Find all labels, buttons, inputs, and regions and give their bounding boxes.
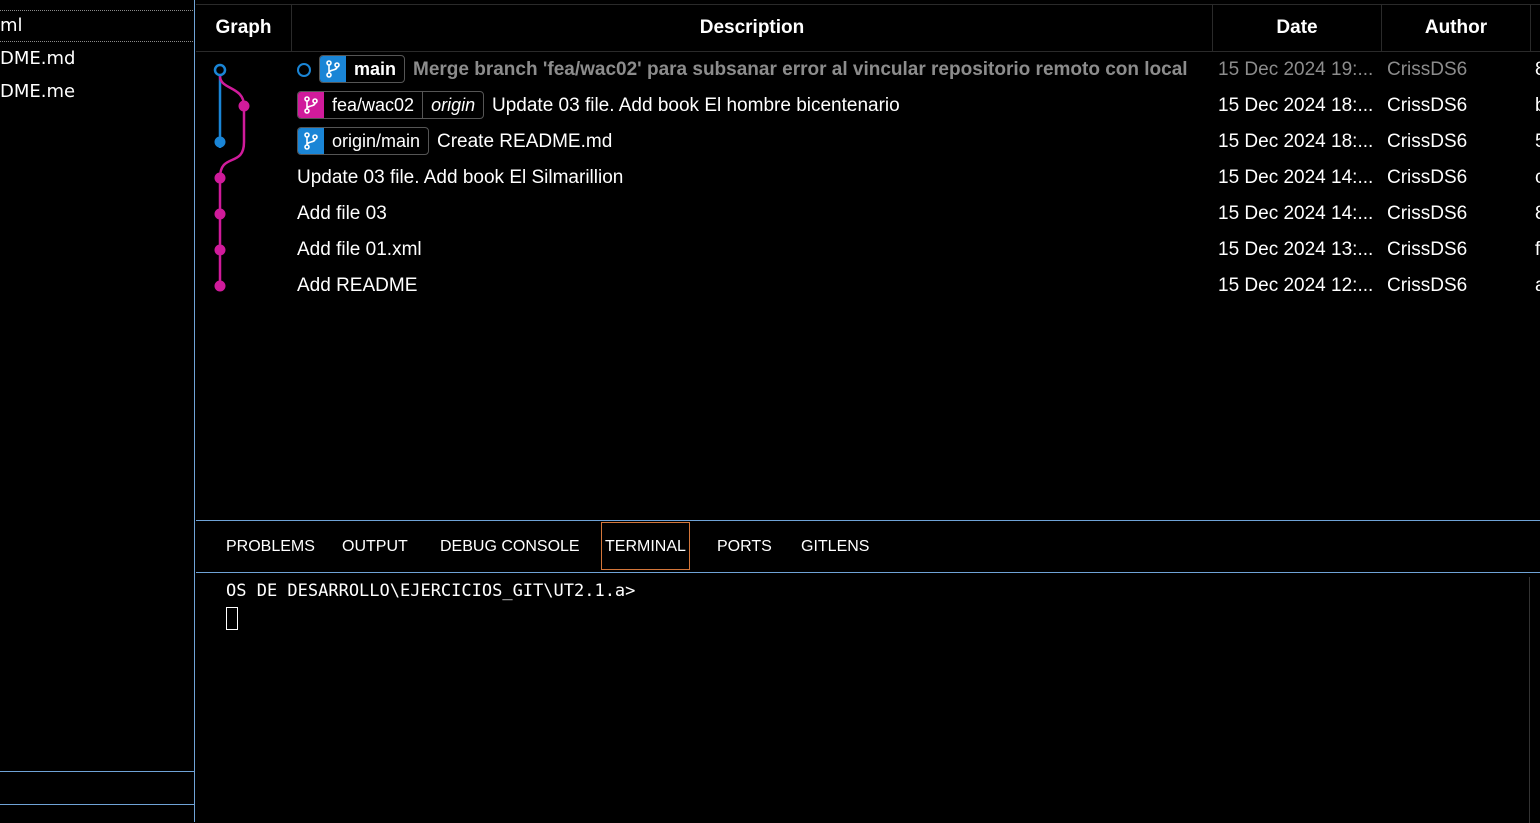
branch-ref-label: main [354,59,397,79]
commit-sha: f [1535,239,1540,260]
commit-row[interactable]: main Merge branch 'fea/wac02' para subsan… [196,52,1540,88]
branch-ref-remote: origin [422,92,483,118]
commit-author: CrissDS6 [1387,203,1468,224]
terminal-cursor [226,607,238,630]
commit-date: 15 Dec 2024 18:... [1218,131,1374,152]
tab-problems[interactable]: PROBLEMS [226,521,315,571]
commit-row[interactable]: fea/wac02 origin Update 03 file. Add book … [196,88,1540,124]
commit-row[interactable]: origin/main Create README.md 15 Dec 2024 1… [196,124,1540,160]
sidebar-divider [0,804,194,805]
explorer-sidebar: ml DME.md DME.me [0,0,195,822]
graph-header: Graph Description Date Author [196,4,1540,52]
file-item-readme-md[interactable]: DME.md [0,43,194,75]
commit-sha: 8 [1535,196,1540,232]
branch-ref-label: fea/wac02 [332,95,415,115]
commit-date: 15 Dec 2024 14:... [1218,203,1374,224]
branch-icon [304,132,318,150]
sidebar-divider [0,771,194,772]
commit-row[interactable]: Add file 03 15 Dec 2024 14:... CrissDS6 8 [196,196,1540,232]
panel-tab-bar: PROBLEMS OUTPUT DEBUG CONSOLE TERMINAL P… [196,521,1540,573]
terminal-scrollbar[interactable] [1529,577,1540,823]
branch-ref-badge[interactable]: main [319,55,406,83]
branch-ref-badge[interactable]: origin/main [297,127,430,155]
branch-icon [304,96,318,114]
terminal-prompt[interactable]: OS DE DESARROLLO\EJERCICIOS_GIT\UT2.1.a> [226,581,635,601]
tab-terminal[interactable]: TERMINAL [601,522,690,570]
commit-date: 15 Dec 2024 13:... [1218,239,1374,260]
commit-sha: b [1535,88,1540,124]
commit-row[interactable]: Add file 01.xml 15 Dec 2024 13:... CrissDS… [196,232,1540,268]
file-item[interactable]: ml [0,10,194,42]
commit-message: Update 03 file. Add book El Silmarillion [297,167,624,188]
head-marker-icon [297,63,311,77]
commit-date: 15 Dec 2024 12:... [1218,275,1374,296]
commit-message: Add file 01.xml [297,239,422,260]
bottom-panel: PROBLEMS OUTPUT DEBUG CONSOLE TERMINAL P… [196,520,1540,823]
branch-ref-label: origin/main [332,131,421,151]
commit-message: Create README.md [437,131,613,152]
tab-gitlens[interactable]: GITLENS [801,521,869,571]
commit-author: CrissDS6 [1387,275,1468,296]
commit-message: Add README [297,275,418,296]
commit-sha: 5 [1535,124,1540,160]
column-header-author[interactable]: Author [1382,5,1530,51]
commit-message: Add file 03 [297,203,387,224]
commit-sha: 8 [1535,52,1540,88]
commit-row[interactable]: Add README 15 Dec 2024 12:... CrissDS6 a [196,268,1540,304]
branch-icon [326,60,340,78]
commit-row[interactable]: Update 03 file. Add book El Silmarillion… [196,160,1540,196]
tab-debug-console[interactable]: DEBUG CONSOLE [440,521,580,571]
commit-author: CrissDS6 [1387,131,1468,152]
commit-sha: a [1535,268,1540,304]
column-header-date[interactable]: Date [1213,5,1381,51]
commit-sha: c [1535,167,1540,188]
commit-graph-panel: Graph Description Date Author main Merge … [196,0,1540,520]
commit-date: 15 Dec 2024 18:... [1218,95,1374,116]
commit-author: CrissDS6 [1387,239,1468,260]
commit-date: 15 Dec 2024 14:... [1218,167,1374,188]
file-item-readme-me[interactable]: DME.me [0,76,194,108]
tab-ports[interactable]: PORTS [717,521,772,571]
commit-message: Merge branch 'fea/wac02' para subsanar e… [413,59,1188,80]
commit-author: CrissDS6 [1387,59,1468,80]
commit-date: 15 Dec 2024 19:... [1218,59,1374,80]
tab-output[interactable]: OUTPUT [342,521,408,571]
commit-author: CrissDS6 [1387,95,1468,116]
commit-author: CrissDS6 [1387,167,1468,188]
commit-message: Update 03 file. Add book El hombre bicen… [492,95,900,116]
branch-ref-badge[interactable]: fea/wac02 origin [297,91,485,119]
column-header-description[interactable]: Description [292,5,1212,51]
